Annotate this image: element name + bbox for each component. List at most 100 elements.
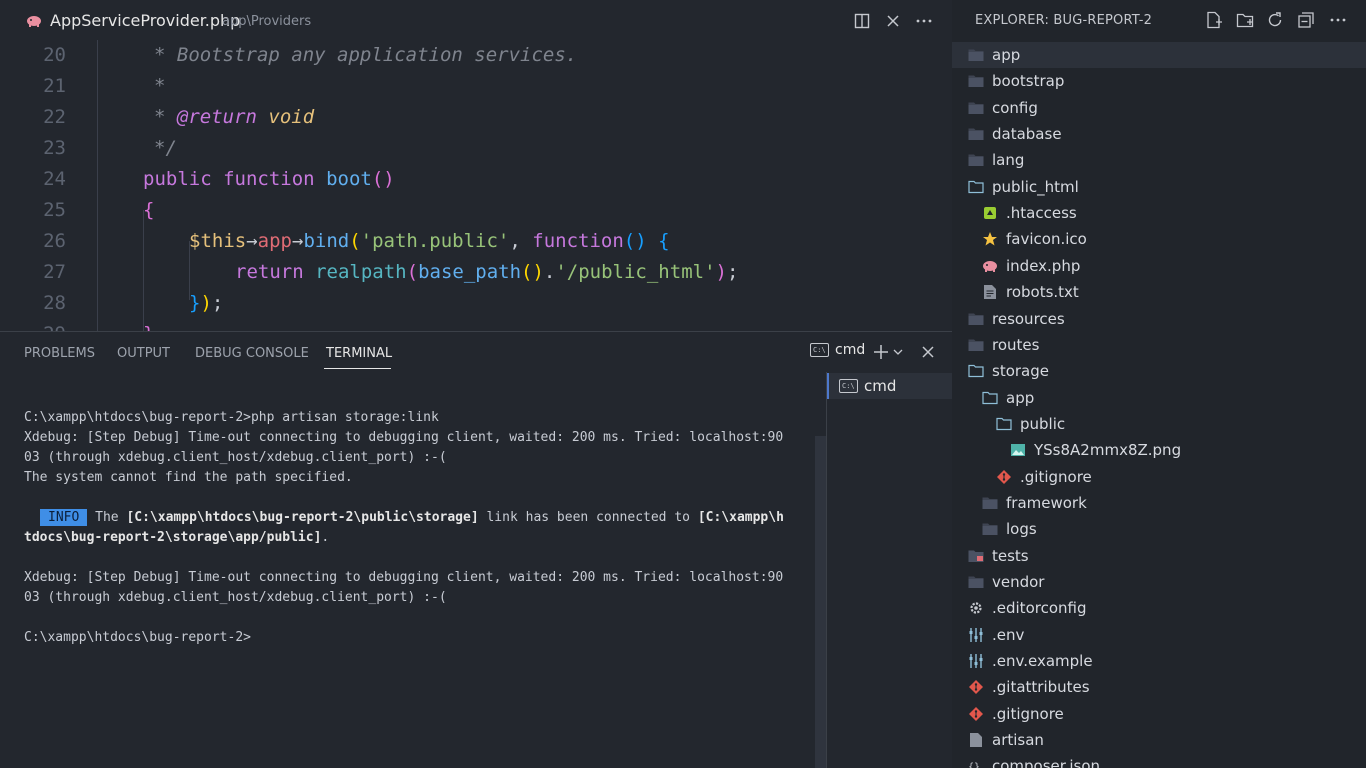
- code-token: base_path: [418, 261, 522, 283]
- more-icon[interactable]: [1328, 10, 1348, 30]
- tree-item-label: .htaccess: [1006, 204, 1077, 223]
- terminal-prompt[interactable]: C:\xampp\htdocs\bug-report-2>: [24, 628, 251, 648]
- code-text: public function boot(): [143, 164, 395, 195]
- folder-open-icon: [982, 390, 998, 406]
- tree-item[interactable]: framework: [952, 490, 1366, 516]
- tree-item[interactable]: public_html: [952, 174, 1366, 200]
- tab-filename[interactable]: AppServiceProvider.php: [50, 11, 240, 30]
- tree-item[interactable]: index.php: [952, 253, 1366, 279]
- terminal-line: tdocs\bug-report-2\storage\app/public].: [24, 530, 330, 545]
- tree-item[interactable]: app: [952, 42, 1366, 68]
- code-text: });: [189, 288, 223, 319]
- code-text: $this→app→bind('path.public', function()…: [189, 226, 670, 257]
- code-token: (): [623, 230, 647, 252]
- terminal-dropdown[interactable]: C:\ cmd: [810, 342, 865, 358]
- code-token: ): [200, 292, 212, 314]
- code-line[interactable]: 28});: [0, 288, 952, 319]
- php-elephant-icon: [26, 13, 42, 27]
- tree-item[interactable]: robots.txt: [952, 279, 1366, 305]
- tree-item-label: .env.example: [992, 652, 1093, 671]
- tree-item[interactable]: {} composer.json: [952, 753, 1366, 768]
- folder-icon: [968, 152, 984, 168]
- tree-item[interactable]: .env: [952, 622, 1366, 648]
- collapse-all-icon[interactable]: [1296, 10, 1316, 30]
- code-token: * Bootstrap any application services.: [154, 44, 578, 66]
- tree-item[interactable]: storage: [952, 358, 1366, 384]
- tree-item-label: routes: [992, 335, 1040, 354]
- code-line[interactable]: 27 return realpath(base_path().'/public_h…: [0, 257, 952, 288]
- terminal-line: Xdebug: [Step Debug] Time-out connecting…: [24, 570, 784, 585]
- code-token: ,: [509, 230, 533, 252]
- tree-item[interactable]: routes: [952, 332, 1366, 358]
- code-line[interactable]: 22 * @return void: [0, 102, 952, 133]
- new-folder-icon[interactable]: [1235, 10, 1255, 30]
- folder-icon: [968, 100, 984, 116]
- terminal-list-item[interactable]: C:\ cmd: [827, 373, 953, 399]
- tree-item[interactable]: tests: [952, 543, 1366, 569]
- tree-item[interactable]: .gitignore: [952, 701, 1366, 727]
- tab-terminal[interactable]: TERMINAL: [326, 346, 392, 361]
- code-line[interactable]: 20 * Bootstrap any application services.: [0, 40, 952, 71]
- split-editor-icon[interactable]: [852, 11, 872, 31]
- tree-item[interactable]: vendor: [952, 569, 1366, 595]
- tree-item-label: favicon.ico: [1006, 230, 1087, 249]
- tree-item[interactable]: public: [952, 411, 1366, 437]
- code-token: function: [223, 168, 315, 190]
- tab-path: app\Providers: [222, 14, 312, 29]
- more-icon[interactable]: [914, 11, 934, 31]
- tree-item[interactable]: .gitignore: [952, 464, 1366, 490]
- tree-item[interactable]: config: [952, 95, 1366, 121]
- code-line[interactable]: 23 */: [0, 133, 952, 164]
- close-panel-button[interactable]: [921, 345, 935, 359]
- terminal-line: C:\xampp\htdocs\bug-report-2>php artisan…: [24, 410, 439, 425]
- code-line[interactable]: 29}: [0, 319, 952, 331]
- tree-item[interactable]: favicon.ico: [952, 226, 1366, 252]
- tree-item-label: database: [992, 125, 1062, 144]
- tree-item[interactable]: .gitattributes: [952, 674, 1366, 700]
- new-file-icon[interactable]: [1204, 10, 1224, 30]
- folder-icon: [968, 337, 984, 353]
- tree-item-label: public_html: [992, 177, 1079, 196]
- code-line[interactable]: 26 $this→app→bind('path.public', function…: [0, 226, 952, 257]
- code-token: '/public_html': [555, 261, 716, 283]
- env-icon: [968, 627, 984, 643]
- tab-debug-console[interactable]: DEBUG CONSOLE: [195, 346, 309, 361]
- code-token: {: [658, 230, 670, 252]
- code-area[interactable]: 20 * Bootstrap any application services. 2…: [0, 40, 952, 331]
- tree-item[interactable]: database: [952, 121, 1366, 147]
- line-number: 21: [43, 75, 66, 97]
- tree-item[interactable]: .htaccess: [952, 200, 1366, 226]
- code-text: */: [154, 133, 177, 164]
- refresh-icon[interactable]: [1265, 10, 1285, 30]
- folder-open-icon: [996, 416, 1012, 432]
- code-text: {: [143, 195, 154, 226]
- folder-open-icon: [968, 363, 984, 379]
- tree-item[interactable]: logs: [952, 516, 1366, 542]
- line-number: 26: [43, 230, 66, 252]
- tree-item[interactable]: resources: [952, 306, 1366, 332]
- code-token: app: [257, 230, 292, 252]
- tab-problems[interactable]: PROBLEMS: [24, 346, 95, 361]
- close-icon[interactable]: [883, 11, 903, 31]
- tree-item-label: composer.json: [992, 757, 1101, 768]
- code-line[interactable]: 25 {: [0, 195, 952, 226]
- tree-item-label: .editorconfig: [992, 599, 1087, 618]
- text-file-icon: [982, 284, 998, 300]
- tree-item[interactable]: lang: [952, 147, 1366, 173]
- tree-item[interactable]: .editorconfig: [952, 595, 1366, 621]
- code-token: realpath: [315, 261, 407, 283]
- tree-item[interactable]: artisan: [952, 727, 1366, 753]
- new-terminal-button[interactable]: [872, 343, 904, 361]
- tree-item[interactable]: bootstrap: [952, 68, 1366, 94]
- tree-item[interactable]: YSs8A2mmx8Z.png: [952, 437, 1366, 463]
- tab-output[interactable]: OUTPUT: [117, 346, 170, 361]
- code-line[interactable]: 21 *: [0, 71, 952, 102]
- code-line[interactable]: 24 public function boot(): [0, 164, 952, 195]
- tree-item[interactable]: app: [952, 385, 1366, 411]
- tree-item[interactable]: .env.example: [952, 648, 1366, 674]
- tree-item-label: resources: [992, 309, 1065, 328]
- image-icon: [1010, 442, 1026, 458]
- editor-pane: AppServiceProvider.php app\Providers 20 *…: [0, 0, 952, 331]
